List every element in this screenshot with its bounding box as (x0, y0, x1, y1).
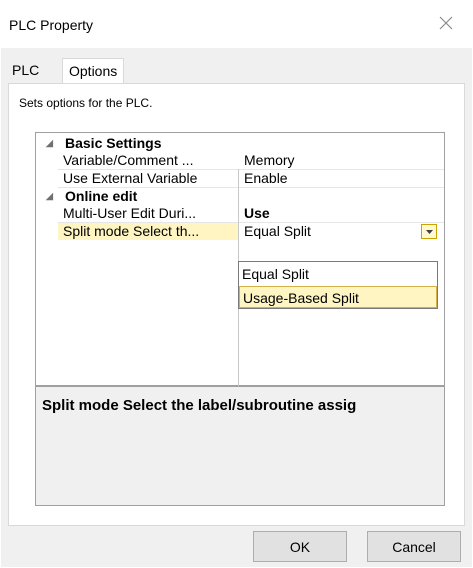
property-help-panel: Split mode Select the label/subroutine a… (35, 386, 445, 506)
property-value: Use (244, 205, 270, 221)
dropdown-option-usage-based-split[interactable]: Usage-Based Split (239, 286, 437, 308)
close-icon (439, 16, 453, 30)
property-name: Multi-User Edit Duri... (63, 205, 197, 221)
category-online-edit[interactable]: ◢ Online edit (36, 188, 444, 205)
split-mode-dropdown-button[interactable] (421, 224, 437, 239)
property-name: Variable/Comment ... (63, 152, 194, 168)
tab-plc[interactable]: PLC (8, 58, 43, 82)
cancel-button[interactable]: Cancel (367, 531, 461, 562)
property-name: Use External Variable (63, 170, 198, 186)
category-label: Basic Settings (65, 135, 162, 151)
category-label: Online edit (65, 188, 138, 204)
collapse-triangle-icon[interactable]: ◢ (46, 188, 53, 205)
dropdown-arrow-icon (425, 229, 433, 234)
window-title: PLC Property (9, 17, 94, 33)
split-mode-dropdown-list: Equal Split Usage-Based Split (238, 261, 438, 309)
split-mode-combo-value[interactable]: Equal Split (244, 223, 311, 240)
property-row-use-external-variable[interactable]: Use External Variable Enable (36, 170, 444, 187)
property-name: Split mode Select th... (58, 223, 238, 240)
close-button[interactable] (433, 10, 459, 36)
title-bar: PLC Property (0, 0, 473, 48)
property-value: Memory (244, 152, 295, 168)
property-row-variable-comment[interactable]: Variable/Comment ... Memory (36, 152, 444, 169)
help-text: Split mode Select the label/subroutine a… (42, 397, 357, 414)
panel-description: Sets options for the PLC. (19, 96, 153, 110)
dropdown-option-equal-split[interactable]: Equal Split (239, 263, 437, 285)
property-row-split-mode[interactable]: Split mode Select th... Equal Split (36, 223, 444, 240)
property-row-multi-user-edit[interactable]: Multi-User Edit Duri... Use (36, 205, 444, 222)
ok-button[interactable]: OK (253, 531, 347, 562)
property-grid: ◢ Basic Settings Variable/Comment ... Me… (35, 132, 445, 387)
collapse-triangle-icon[interactable]: ◢ (46, 135, 53, 152)
tab-options[interactable]: Options (62, 58, 125, 84)
property-value: Enable (244, 170, 288, 186)
category-basic-settings[interactable]: ◢ Basic Settings (36, 135, 444, 152)
